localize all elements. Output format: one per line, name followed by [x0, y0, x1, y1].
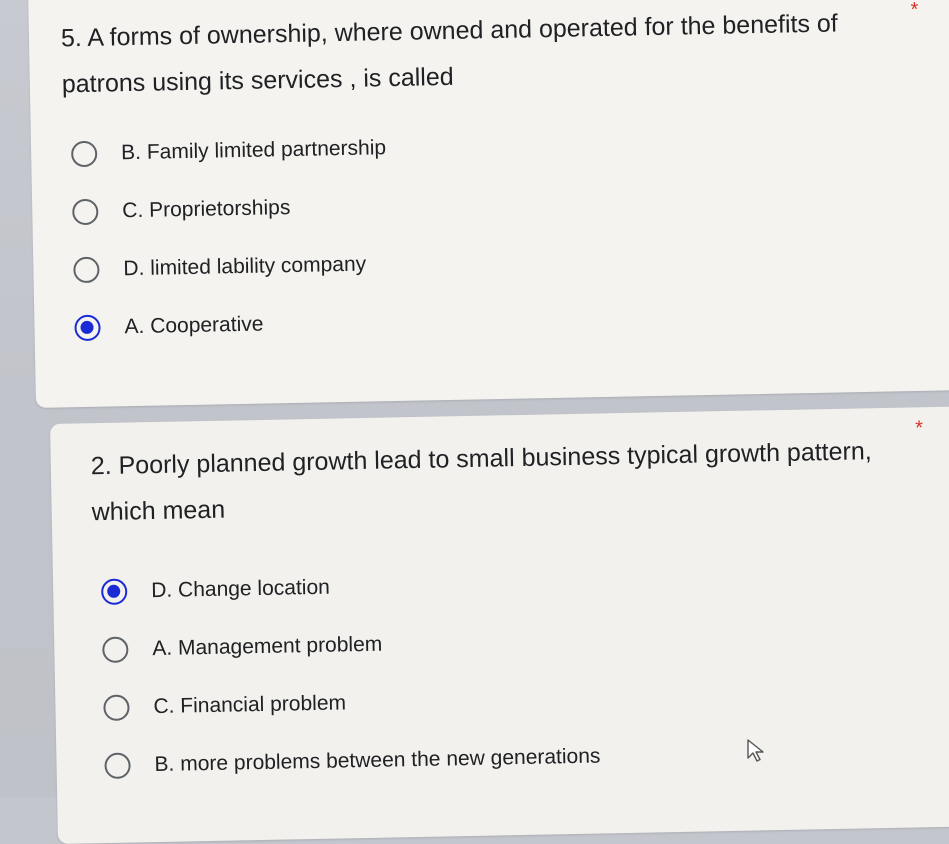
radio-button[interactable]	[70, 140, 98, 168]
radio-button[interactable]	[104, 752, 131, 780]
option-more-problems-new-generations[interactable]: B. more problems between the new generat…	[104, 728, 601, 796]
option-label: C. Financial problem	[153, 691, 347, 719]
question-title: 2. Poorly planned growth lead to small b…	[90, 437, 872, 527]
option-label: B. Family limited partnership	[120, 136, 387, 165]
option-family-limited-partnership[interactable]: B. Family limited partnership	[70, 119, 387, 183]
question-card-5: 5. A forms of ownership, where owned and…	[28, 0, 949, 408]
required-asterisk: *	[910, 0, 919, 22]
option-label: A. Management problem	[152, 632, 383, 661]
radio-button[interactable]	[73, 256, 100, 284]
option-change-location[interactable]: D. Change location	[100, 554, 598, 622]
options-list: B. Family limited partnership C. Proprie…	[70, 119, 390, 357]
radio-button-selected[interactable]	[100, 578, 128, 606]
option-financial-problem[interactable]: C. Financial problem	[103, 670, 600, 738]
option-label: C. Proprietorships	[122, 196, 291, 223]
option-proprietorships[interactable]: C. Proprietorships	[72, 177, 388, 241]
question-card-2: 2. Poorly planned growth lead to small b…	[50, 406, 949, 844]
options-list: D. Change location A. Management problem…	[100, 554, 601, 796]
option-management-problem[interactable]: A. Management problem	[102, 612, 599, 680]
required-asterisk: *	[915, 417, 924, 440]
option-cooperative[interactable]: A. Cooperative	[74, 293, 390, 357]
radio-button[interactable]	[102, 636, 129, 664]
option-label: D. Change location	[150, 575, 331, 603]
pointer-cursor-icon	[747, 739, 764, 762]
option-limited-lability-company[interactable]: D. limited lability company	[73, 235, 389, 299]
option-label: D. limited lability company	[123, 252, 367, 281]
option-label: B. more problems between the new generat…	[154, 744, 601, 777]
radio-button[interactable]	[72, 198, 99, 226]
radio-button-selected[interactable]	[74, 314, 101, 342]
radio-button[interactable]	[103, 694, 130, 722]
question-title: 5. A forms of ownership, where owned and…	[60, 9, 838, 99]
option-label: A. Cooperative	[124, 312, 264, 339]
